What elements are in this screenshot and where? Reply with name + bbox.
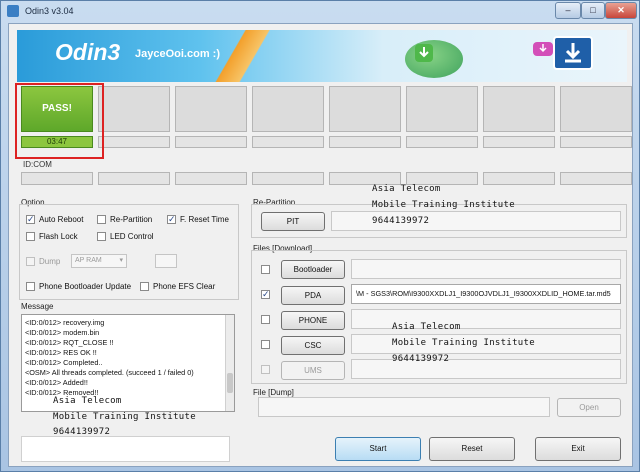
bootloader-checkbox[interactable]	[261, 265, 270, 274]
status-box	[21, 436, 230, 462]
phone-bootloader-update-checkbox[interactable]	[26, 282, 35, 291]
csc-checkbox[interactable]	[261, 340, 270, 349]
exit-button[interactable]: Exit	[535, 437, 621, 461]
slot-7	[483, 86, 555, 132]
reset-button[interactable]: Reset	[429, 437, 515, 461]
csc-button[interactable]: CSC	[281, 336, 345, 355]
watermark-3-line2: Mobile Training Institute	[53, 412, 196, 422]
message-group-label: Message	[21, 302, 54, 311]
slot-3	[175, 86, 247, 132]
auto-reboot-label: Auto Reboot	[39, 215, 84, 224]
bootloader-button[interactable]: Bootloader	[281, 260, 345, 279]
pit-button[interactable]: PIT	[261, 212, 325, 231]
download-green-icon	[415, 44, 433, 62]
com-port-4	[252, 172, 324, 185]
watermark-1-line2: Mobile Training Institute	[372, 200, 515, 210]
watermark-1-line1: Asia Telecom	[372, 184, 441, 194]
download-blue-icon	[553, 36, 593, 70]
re-partition-label: Re-Partition	[110, 215, 153, 224]
banner: Odin3 JayceOoi.com :)	[17, 30, 627, 82]
flash-lock-checkbox[interactable]	[26, 232, 35, 241]
dump-label: Dump	[39, 257, 61, 266]
message-line: <ID:0/012> Added!!	[25, 378, 88, 387]
phone-efs-clear-label: Phone EFS Clear	[153, 282, 216, 291]
slot-5	[329, 86, 401, 132]
message-line: <ID:0/012> RQT_CLOSE !!	[25, 338, 114, 347]
com-port-1	[21, 172, 93, 185]
dump-path[interactable]	[258, 397, 550, 417]
message-line: <ID:0/012> RES OK !!	[25, 348, 97, 357]
minimize-button[interactable]: –	[555, 2, 581, 19]
ums-button[interactable]: UMS	[281, 361, 345, 380]
slot-6-progress	[406, 136, 478, 148]
auto-reboot-checkbox[interactable]	[26, 214, 35, 225]
watermark-3-line1: Asia Telecom	[53, 396, 122, 406]
message-scrollbar[interactable]	[225, 315, 234, 411]
watermark-3-line3: 9644139972	[53, 427, 111, 437]
window-title: Odin3 v3.04	[25, 6, 74, 16]
file-dump-label: File [Dump]	[253, 388, 294, 397]
open-button[interactable]: Open	[557, 398, 621, 417]
scroll-thumb[interactable]	[227, 373, 233, 393]
re-partition-checkbox[interactable]	[97, 215, 106, 224]
bootloader-path[interactable]	[351, 259, 621, 279]
ums-checkbox[interactable]	[261, 365, 270, 374]
f-reset-time-checkbox[interactable]	[167, 214, 176, 225]
watermark-2-line1: Asia Telecom	[392, 322, 461, 332]
led-control-label: LED Control	[110, 232, 154, 241]
dump-checkbox[interactable]	[26, 257, 35, 266]
banner-logo: Odin3	[55, 39, 121, 65]
slot-8-progress	[560, 136, 632, 148]
slot-3-progress	[175, 136, 247, 148]
com-port-3	[175, 172, 247, 185]
client-area: Odin3 JayceOoi.com :) PASS! 03:47 ID:COM…	[8, 23, 633, 467]
slot-6	[406, 86, 478, 132]
phone-checkbox[interactable]	[261, 315, 270, 324]
pda-checkbox[interactable]	[261, 289, 270, 300]
globe-icon	[405, 40, 463, 78]
com-port-7	[483, 172, 555, 185]
f-reset-time-label: F. Reset Time	[180, 215, 229, 224]
message-line: <OSM> All threads completed. (succeed 1 …	[25, 368, 194, 377]
phone-bootloader-update-label: Phone Bootloader Update	[39, 282, 132, 291]
title-bar: Odin3 v3.04 – □ ✕	[1, 1, 639, 23]
chevron-down-icon: ▾	[119, 257, 123, 264]
flash-lock-label: Flash Lock	[39, 232, 78, 241]
slot-8	[560, 86, 632, 132]
download-pink-icon	[533, 42, 553, 56]
phone-button[interactable]: PHONE	[281, 311, 345, 330]
slot-7-progress	[483, 136, 555, 148]
com-port-2	[98, 172, 170, 185]
slot-5-progress	[329, 136, 401, 148]
start-button[interactable]: Start	[335, 437, 421, 461]
dump-select[interactable]: AP RAM ▾	[71, 254, 127, 268]
slot-2-progress	[98, 136, 170, 148]
close-button[interactable]: ✕	[605, 2, 637, 19]
message-line: <ID:0/012> modem.bin	[25, 328, 100, 337]
maximize-button[interactable]: □	[581, 2, 605, 19]
message-line: <ID:0/012> Completed..	[25, 358, 103, 367]
message-line: <ID:0/012> recovery.img	[25, 318, 105, 327]
pda-path[interactable]: \M - SGS3\ROM\I9300XXDLJ1_I9300OJVDLJ1_I…	[351, 284, 621, 304]
led-control-checkbox[interactable]	[97, 232, 106, 241]
phone-efs-clear-checkbox[interactable]	[140, 282, 149, 291]
watermark-2-line2: Mobile Training Institute	[392, 338, 535, 348]
slot-4	[252, 86, 324, 132]
com-port-8	[560, 172, 632, 185]
dump-number-box[interactable]	[155, 254, 177, 268]
watermark-2-line3: 9644139972	[392, 354, 450, 364]
id-com-label: ID:COM	[23, 160, 52, 169]
odin-window: Odin3 v3.04 – □ ✕ Odin3 JayceOoi.com :) …	[0, 0, 640, 472]
highlight-box	[15, 83, 104, 159]
pda-button[interactable]: PDA	[281, 286, 345, 305]
slot-4-progress	[252, 136, 324, 148]
slot-2	[98, 86, 170, 132]
banner-subtitle: JayceOoi.com :)	[135, 48, 220, 60]
app-icon	[7, 5, 19, 17]
watermark-1-line3: 9644139972	[372, 216, 430, 226]
dump-select-value: AP RAM	[75, 257, 102, 264]
